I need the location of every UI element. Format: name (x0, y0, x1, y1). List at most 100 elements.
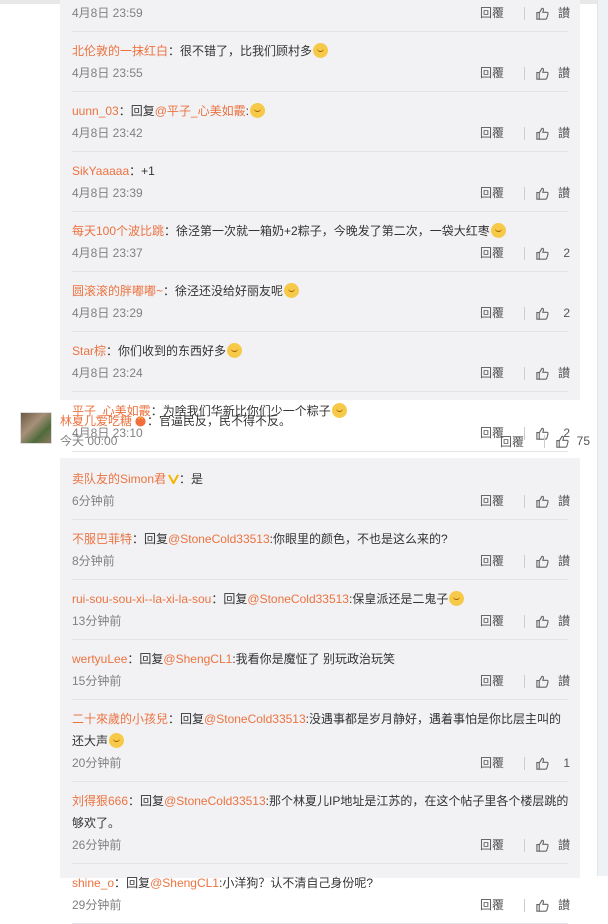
like-button[interactable]: 讃 (535, 670, 570, 692)
like-button[interactable]: 讃 (535, 490, 570, 512)
reply-thread-bottom: 卖队友的Simon君 ：是 6分钟前 回覆讃不服巴菲特：回复@StoneCold335… (60, 458, 580, 924)
like-button[interactable]: 讃 (535, 610, 570, 632)
reply-button[interactable]: 回覆 (480, 670, 524, 692)
like-count: 讃 (557, 838, 570, 852)
like-count: 讃 (557, 554, 570, 568)
reply-button[interactable]: 回覆 (480, 182, 524, 204)
like-button[interactable]: 讃 (535, 362, 570, 384)
laugh-cry-emoji-icon (227, 343, 243, 358)
colon: ： (114, 876, 127, 890)
scrollbar[interactable] (597, 0, 608, 876)
reply-content: 你们收到的东西好多 (118, 344, 227, 358)
reply-username[interactable]: 不服巴菲特 (72, 532, 132, 546)
like-button[interactable]: 1 (535, 752, 570, 774)
reply-content: 回复 (223, 592, 248, 606)
mention-link[interactable]: @StoneCold33513 (247, 592, 349, 606)
reply-username[interactable]: 每天100个波比跳 (72, 224, 164, 238)
like-button[interactable]: 讃 (535, 182, 570, 204)
avatar[interactable] (20, 412, 52, 444)
reply-timestamp: 4月8日 23:37 (72, 246, 143, 260)
like-button[interactable]: 2 (535, 242, 570, 264)
like-count: 讃 (557, 494, 570, 508)
like-button[interactable]: 讃 (535, 550, 570, 572)
reply-username[interactable]: 刘得狠666 (72, 794, 128, 808)
reply-content-tail: :你眼里的颜色，不也是这么来的? (269, 532, 448, 546)
reply-username[interactable]: uunn_03 (72, 104, 119, 118)
like-button[interactable]: 2 (535, 302, 570, 324)
reply-actions: 回覆 1 (480, 752, 570, 774)
mention-link[interactable]: @StoneCold33513 (168, 532, 270, 546)
reply-timestamp: 6分钟前 (72, 494, 115, 508)
reply-button[interactable]: 回覆 (480, 752, 524, 774)
reply-button[interactable]: 回覆 (480, 490, 524, 512)
like-count: 讃 (557, 366, 570, 380)
colon: ： (129, 164, 142, 178)
thumbs-up-icon (535, 494, 556, 509)
reply-actions: 回覆 讃 (480, 122, 570, 144)
main-comment-body: 林夏儿爱吃糖 ：官逼民反，民不得不反。 (60, 410, 291, 432)
reply-username[interactable]: rui-sou-sou-xi--la-xi-la-sou (72, 592, 211, 606)
reply-meta: 29分钟前 回覆 讃 (60, 894, 580, 916)
reply-actions: 回覆 讃 (480, 490, 570, 512)
reply-button[interactable]: 回覆 (480, 894, 524, 916)
reply-username[interactable]: wertyuLee (72, 652, 127, 666)
reply-username[interactable]: 二十來歲的小孩兒 (72, 712, 168, 726)
thumbs-up-icon (535, 366, 556, 381)
mention-link[interactable]: @StoneCold33513 (164, 794, 266, 808)
reply-actions: 回覆 讃 (480, 670, 570, 692)
thumbs-up-icon (535, 554, 556, 569)
mention-link[interactable]: @平子_心美如霰 (155, 104, 246, 118)
reply-timestamp: 4月8日 23:59 (72, 6, 143, 20)
colon: ： (164, 224, 177, 238)
reply-meta: 4月8日 23:55 回覆 讃 (60, 62, 580, 84)
reply-button[interactable]: 回覆 (480, 550, 524, 572)
reply-meta: 15分钟前 回覆 讃 (60, 670, 580, 692)
reply-item: 每天100个波比跳：徐泾第一次就一箱奶+2粽子，今晚发了第二次，一袋大红枣 4月8… (60, 212, 580, 272)
reply-username[interactable]: Star棕 (72, 344, 106, 358)
reply-button[interactable]: 回覆 (500, 433, 544, 450)
reply-meta: 13分钟前 回覆 讃 (60, 610, 580, 632)
mention-link[interactable]: @ShengCL1 (150, 876, 219, 890)
reply-content-tail: : (245, 104, 249, 118)
reply-username[interactable]: 北伦敦的一抹红白 (72, 44, 168, 58)
reply-username[interactable]: shine_o (72, 876, 114, 890)
divider (524, 494, 525, 508)
reply-meta: 4月8日 23:37 回覆 2 (60, 242, 580, 264)
divider (524, 186, 525, 200)
reply-meta: 20分钟前 回覆 1 (60, 752, 580, 774)
reply-timestamp: 4月8日 23:39 (72, 186, 143, 200)
mention-link[interactable]: @StoneCold33513 (204, 712, 306, 726)
reply-text: 二十來歲的小孩兒：回复@StoneCold33513:没遇事都是岁月静好，遇着事… (60, 708, 580, 752)
reply-timestamp: 29分钟前 (72, 898, 122, 912)
reply-actions: 回覆 讃 (480, 362, 570, 384)
reply-button[interactable]: 回覆 (480, 2, 524, 24)
colon: ： (147, 414, 160, 428)
like-button[interactable]: 讃 (535, 122, 570, 144)
like-button[interactable]: 讃 (535, 894, 570, 916)
reply-item: wertyuLee：回复@ShengCL1:我看你是魔怔了 别玩政治玩笑 15分钟… (60, 640, 580, 700)
reply-text: SikYaaaaa：+1 (60, 160, 580, 182)
like-count: 75 (576, 434, 590, 448)
reply-button[interactable]: 回覆 (480, 122, 524, 144)
divider (524, 366, 525, 380)
like-button[interactable]: 讃 (535, 834, 570, 856)
reply-button[interactable]: 回覆 (480, 62, 524, 84)
reply-button[interactable]: 回覆 (480, 610, 524, 632)
mention-link[interactable]: @ShengCL1 (163, 652, 232, 666)
reply-button[interactable]: 回覆 (480, 362, 524, 384)
reply-button[interactable]: 回覆 (480, 302, 524, 324)
colon: ： (106, 344, 119, 358)
like-count: 讃 (557, 186, 570, 200)
reply-username[interactable]: SikYaaaaa (72, 164, 129, 178)
reply-item: shine_o：回复@ShengCL1:小洋狗？认不清自己身份呢? 29分钟前 回覆… (60, 864, 580, 924)
smile-emoji-icon (490, 223, 506, 238)
like-button[interactable]: 讃 (535, 2, 570, 24)
main-comment-username[interactable]: 林夏儿爱吃糖 (60, 414, 132, 428)
reply-button[interactable]: 回覆 (480, 834, 524, 856)
reply-button[interactable]: 回覆 (480, 242, 524, 264)
reply-username[interactable]: 圆滚滚的胖嘟嘟~ (72, 284, 163, 298)
like-button[interactable]: 讃 (535, 62, 570, 84)
reply-username[interactable]: 卖队友的Simon君 (72, 472, 166, 486)
like-button[interactable]: 75 (555, 434, 590, 449)
thumbs-up-icon (535, 674, 556, 689)
